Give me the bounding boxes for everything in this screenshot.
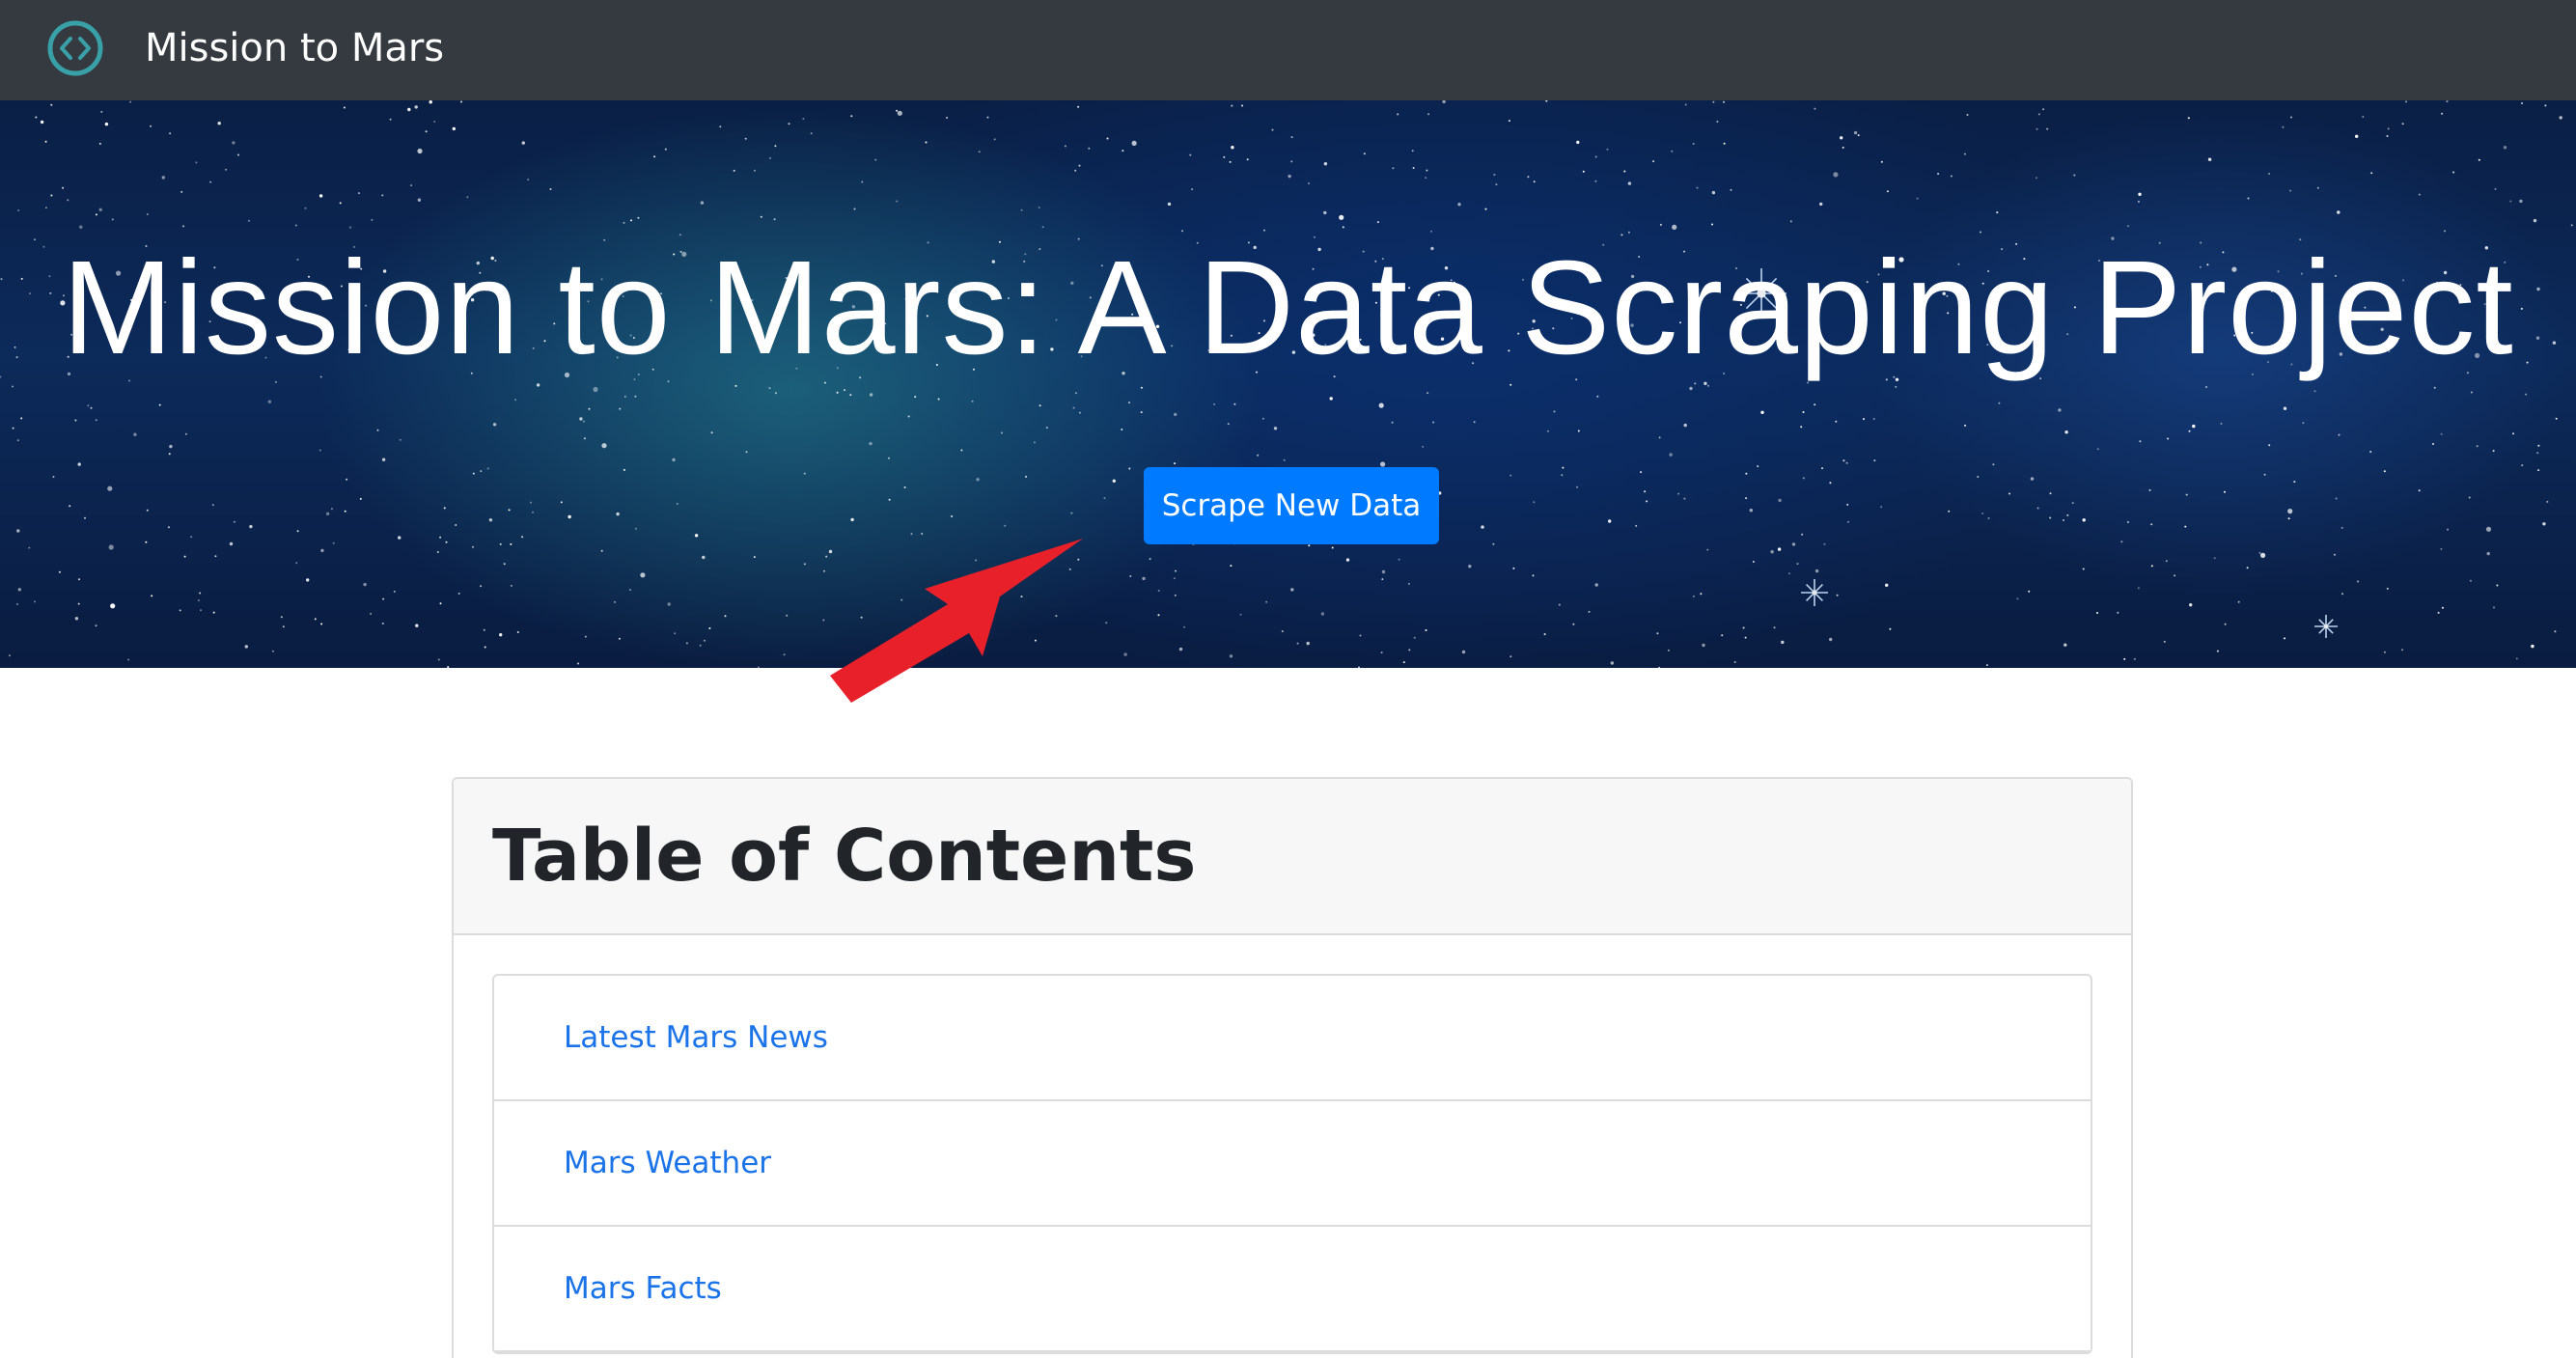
toc-link-latest-mars-news[interactable]: Latest Mars News xyxy=(564,1020,828,1055)
toc-item-mars-facts: Mars Facts xyxy=(494,1227,2091,1352)
toc-item-mars-weather: Mars Weather xyxy=(494,1101,2091,1227)
toc-card: Table of Contents Latest Mars News Mars … xyxy=(452,777,2133,1358)
navbar-brand-title[interactable]: Mission to Mars xyxy=(145,23,444,73)
toc-heading: Table of Contents xyxy=(492,815,1197,898)
hero-title: Mission to Mars: A Data Scraping Project xyxy=(62,234,2514,382)
toc-list: Latest Mars News Mars Weather Mars Facts xyxy=(492,974,2092,1354)
navbar: Mission to Mars xyxy=(0,0,2576,100)
toc-item-latest-mars-news: Latest Mars News xyxy=(494,976,2091,1101)
hero-banner: Mission to Mars: A Data Scraping Project… xyxy=(0,100,2576,668)
toc-card-header: Table of Contents xyxy=(454,779,2131,935)
scrape-new-data-button[interactable]: Scrape New Data xyxy=(1144,467,1439,544)
code-circle-icon[interactable] xyxy=(44,17,106,79)
toc-card-body: Latest Mars News Mars Weather Mars Facts xyxy=(454,935,2131,1354)
toc-link-mars-weather[interactable]: Mars Weather xyxy=(564,1146,771,1180)
toc-link-mars-facts[interactable]: Mars Facts xyxy=(564,1271,722,1306)
red-arrow-icon xyxy=(830,539,1083,703)
